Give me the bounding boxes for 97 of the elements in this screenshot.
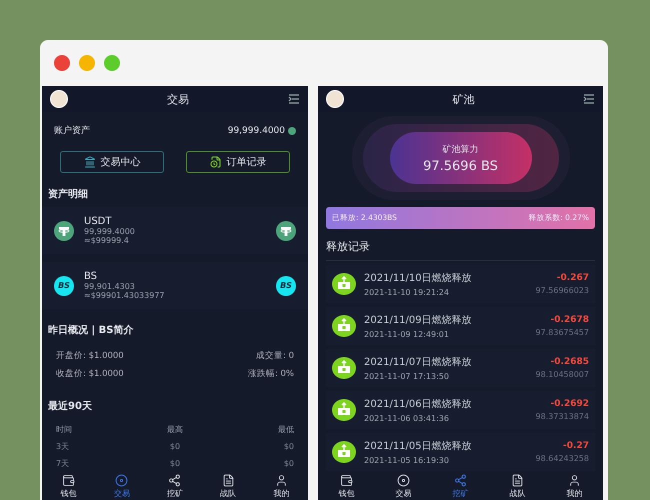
- asset-amount: 99,999.4000: [84, 227, 136, 236]
- record-time: 2021-11-06 03:41:36: [364, 414, 449, 423]
- stat-text: 成交量: 0: [256, 350, 294, 362]
- record-balance: 98.37313874: [536, 412, 589, 421]
- crate-icon: [332, 357, 356, 379]
- wallet-icon: [62, 474, 76, 486]
- record-time: 2021-11-05 16:19:30: [364, 456, 449, 465]
- avatar[interactable]: [50, 90, 68, 108]
- account-value: 99,999.4000: [228, 126, 285, 136]
- table-cell-text: $0: [282, 459, 294, 468]
- building-icon: [84, 156, 96, 168]
- tab[interactable]: 挖矿: [452, 474, 468, 498]
- disc-icon: [115, 474, 128, 486]
- record-card[interactable]: 2021/11/06日燃烧释放 2021-11-06 03:41:36 -0.2692 98.37313874: [326, 391, 595, 429]
- maximize-dot-icon: [104, 55, 120, 71]
- column-header: 最低: [277, 424, 294, 435]
- table-cell-text: 7天: [56, 458, 70, 469]
- menu-icon[interactable]: [583, 94, 595, 104]
- share-icon: [168, 474, 182, 486]
- menu-icon[interactable]: [288, 94, 300, 104]
- coin-icon: BS: [54, 276, 74, 296]
- record-change: -0.2678: [550, 315, 589, 325]
- disc-icon: [397, 474, 410, 486]
- tether-coin-icon: [54, 220, 74, 240]
- record-title: 2021/11/10日燃烧释放: [364, 272, 472, 285]
- tether-coin-icon: [276, 220, 296, 240]
- tab[interactable]: 交易: [114, 474, 130, 498]
- record-balance: 97.83675457: [536, 328, 589, 337]
- record-card[interactable]: 2021/11/05日燃烧释放 2021-11-05 16:19:30 -0.27 98.64243258: [326, 433, 595, 471]
- record-card[interactable]: 2021/11/09日燃烧释放 2021-11-09 12:49:01 -0.2678 97.83675457: [326, 307, 595, 345]
- asset-name: USDT: [84, 216, 112, 227]
- record-balance: 97.56966023: [536, 286, 589, 295]
- share-icon: [454, 474, 467, 486]
- asset-card[interactable]: BS BS 99,901.4303 ≈$99901.43033977 BS: [42, 262, 308, 309]
- tab[interactable]: 钱包: [338, 474, 354, 498]
- asset-amount: 99,901.4303: [84, 282, 136, 291]
- record-time: 2021-11-10 19:21:24: [364, 288, 449, 297]
- record-title: 2021/11/07日燃烧释放: [364, 356, 472, 369]
- table-cell-text: $0: [168, 459, 182, 468]
- record-time: 2021-11-07 17:13:50: [364, 372, 449, 381]
- section-title: 昨日概况 | BS简介: [47, 324, 134, 338]
- screen-title: 交易: [167, 92, 189, 106]
- table-cell-text: 3天: [56, 441, 70, 452]
- record-title: 2021/11/05日燃烧释放: [364, 440, 472, 453]
- orders-button[interactable]: 订单记录: [186, 151, 290, 173]
- close-dot-icon: [54, 55, 70, 71]
- record-title: 2021/11/06日燃烧释放: [364, 398, 472, 411]
- stat-text: 收盘价: $1.0000: [56, 368, 124, 380]
- tab[interactable]: 战队: [220, 474, 236, 498]
- coin-icon: BS: [276, 276, 296, 296]
- power-label: 矿池算力: [442, 144, 478, 156]
- asset-card[interactable]: USDT 99,999.4000 ≈$99999.4: [42, 207, 308, 254]
- account-label: 账户资产: [54, 124, 90, 137]
- power-value: 97.5696 BS: [423, 158, 498, 174]
- table-cell-text: $0: [168, 442, 182, 451]
- minimize-dot-icon: [79, 55, 95, 71]
- user-icon: [568, 474, 581, 486]
- column-header: 最高: [166, 424, 184, 435]
- asset-usd-value: ≈$99999.4: [84, 236, 130, 245]
- record-card[interactable]: 2021/11/07日燃烧释放 2021-11-07 17:13:50 -0.2685 98.10458007: [326, 349, 595, 387]
- stat-text: 开盘价: $1.0000: [56, 350, 124, 362]
- document-icon: [222, 474, 235, 486]
- crate-icon: [332, 399, 356, 421]
- avatar[interactable]: [326, 90, 344, 108]
- coin-icon: [288, 126, 296, 134]
- record-change: -0.2692: [550, 399, 589, 409]
- table-cell-text: $0: [282, 442, 294, 451]
- column-header: 时间: [56, 424, 73, 435]
- user-icon: [274, 474, 288, 486]
- asset-name: BS: [84, 271, 98, 282]
- exchange-button[interactable]: 交易中心: [60, 151, 164, 173]
- record-time: 2021-11-09 12:49:01: [364, 330, 449, 339]
- wallet-icon: [340, 474, 353, 486]
- crate-icon: [332, 315, 356, 337]
- stat-text: 涨跌幅: 0%: [248, 368, 294, 380]
- section-title: 最近90天: [47, 400, 93, 414]
- tab[interactable]: 交易: [396, 474, 412, 498]
- tab[interactable]: 战队: [510, 474, 526, 498]
- record-card[interactable]: 2021/11/10日燃烧释放 2021-11-10 19:21:24 -0.267 97.56966023: [326, 265, 595, 303]
- asset-usd-value: ≈$99901.43033977: [84, 291, 166, 300]
- document-clock-icon: [210, 156, 222, 168]
- tab[interactable]: 我的: [273, 474, 290, 498]
- record-change: -0.2685: [550, 357, 589, 367]
- tab[interactable]: 我的: [566, 474, 582, 498]
- record-balance: 98.10458007: [536, 370, 589, 379]
- tab[interactable]: 挖矿: [166, 474, 183, 498]
- record-title: 2021/11/09日燃烧释放: [364, 314, 472, 327]
- section-title: 释放记录: [325, 239, 371, 255]
- tab[interactable]: 钱包: [60, 474, 77, 498]
- section-title: 资产明细: [47, 188, 89, 202]
- document-icon: [511, 474, 524, 486]
- crate-icon: [332, 441, 356, 463]
- crate-icon: [332, 273, 356, 295]
- screen-title: 矿池: [452, 92, 474, 106]
- record-change: -0.27: [563, 441, 589, 451]
- record-change: -0.267: [556, 273, 589, 283]
- record-balance: 98.64243258: [536, 454, 589, 463]
